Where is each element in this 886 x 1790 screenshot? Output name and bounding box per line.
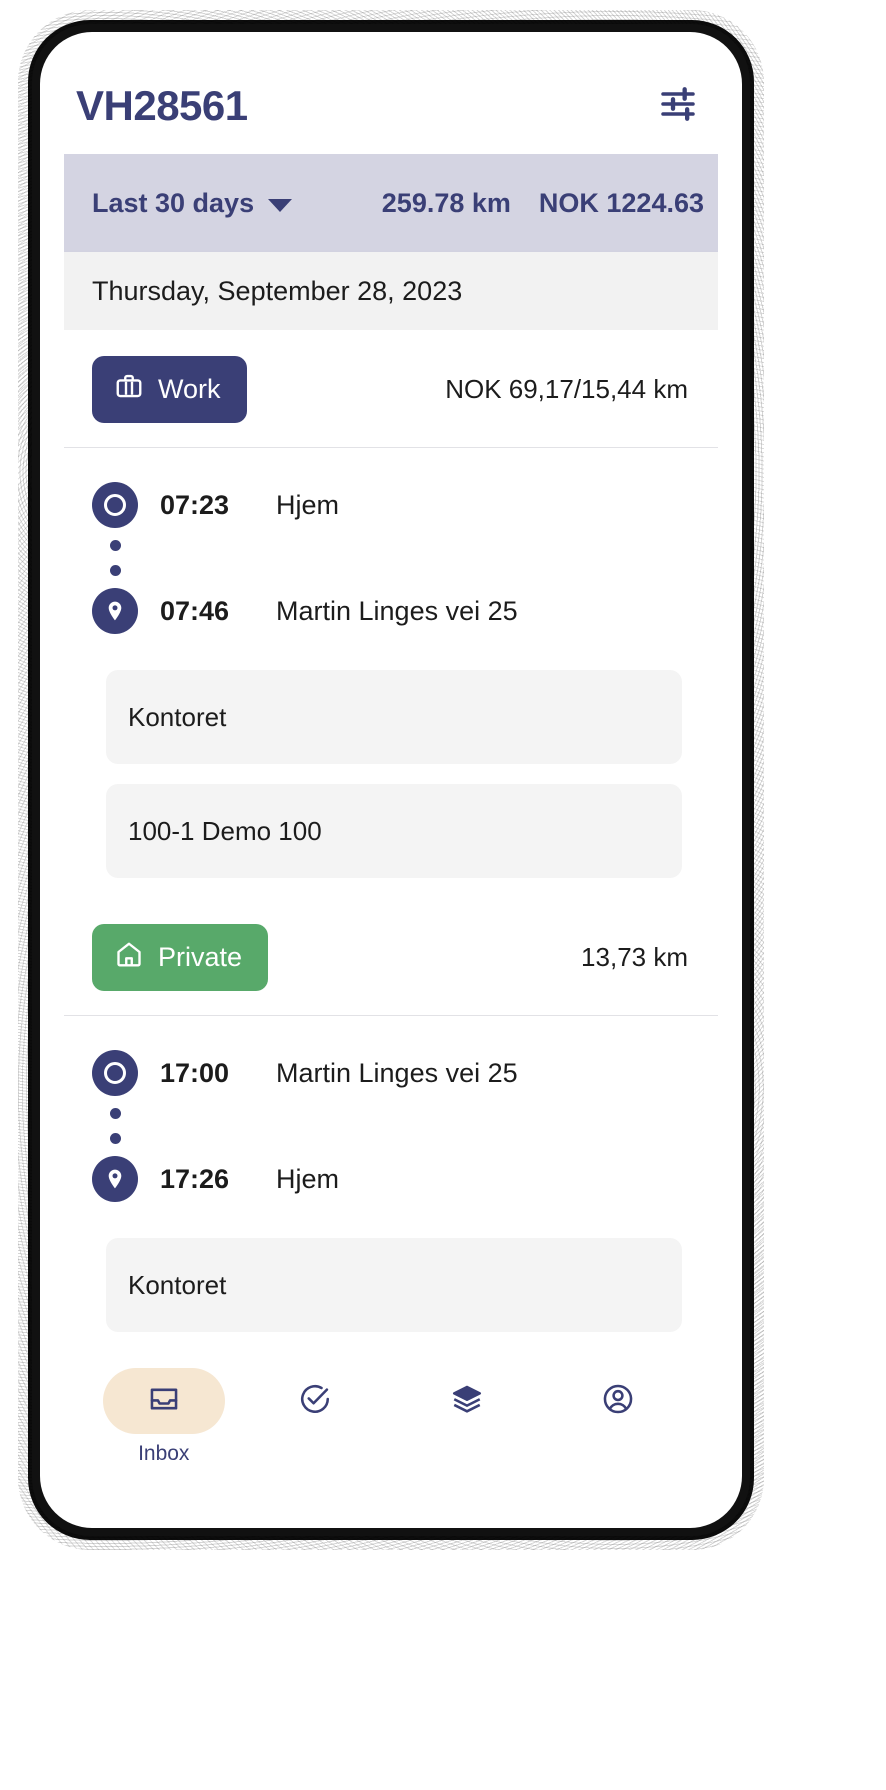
trip-stop-end[interactable]: 17:26 Hjem bbox=[92, 1156, 718, 1202]
stop-place: Martin Linges vei 25 bbox=[276, 1057, 518, 1088]
phone-screen: VH28561 Last 30 days 259.78 km NOK 1224.… bbox=[40, 32, 742, 1528]
map-pin-icon bbox=[92, 588, 138, 634]
briefcase-icon bbox=[114, 371, 144, 408]
inbox-icon bbox=[147, 1382, 181, 1421]
map-pin-icon bbox=[92, 1156, 138, 1202]
trip-card-work: Work NOK 69,17/15,44 km 07:23 Hjem 07:46… bbox=[64, 330, 718, 878]
route-dots bbox=[92, 1096, 718, 1156]
check-circle-icon bbox=[298, 1382, 332, 1421]
nav-item-inbox[interactable]: Inbox bbox=[89, 1368, 239, 1466]
stop-time: 17:26 bbox=[160, 1163, 230, 1194]
project-value: 100-1 Demo 100 bbox=[128, 815, 322, 846]
home-icon bbox=[114, 939, 144, 976]
trip-stops: 07:23 Hjem 07:46 Martin Linges vei 25 bbox=[64, 448, 718, 642]
page-title: VH28561 bbox=[76, 82, 248, 129]
circle-outline-icon bbox=[92, 1050, 138, 1096]
route-dots bbox=[92, 528, 718, 588]
note-value: Kontoret bbox=[128, 1269, 227, 1300]
trip-stop-start[interactable]: 07:23 Hjem bbox=[92, 482, 718, 528]
total-distance: 259.78 km bbox=[381, 187, 511, 218]
trip-stop-end[interactable]: 07:46 Martin Linges vei 25 bbox=[92, 588, 718, 634]
nav-label-inbox: Inbox bbox=[138, 1442, 190, 1465]
trip-category-row: Work NOK 69,17/15,44 km bbox=[64, 330, 718, 447]
trip-stops: 17:00 Martin Linges vei 25 17:26 Hjem bbox=[64, 1016, 718, 1210]
summary-bar: Last 30 days 259.78 km NOK 1224.63 bbox=[64, 154, 718, 252]
date-header: Thursday, September 28, 2023 bbox=[64, 252, 718, 330]
period-label: Last 30 days bbox=[92, 187, 255, 218]
app-header: VH28561 bbox=[64, 58, 718, 154]
nav-pill-active bbox=[102, 1368, 225, 1434]
sliders-icon bbox=[658, 84, 698, 129]
period-selector[interactable]: Last 30 days bbox=[92, 187, 293, 219]
layers-icon bbox=[450, 1382, 484, 1421]
stop-time: 07:46 bbox=[160, 595, 230, 626]
category-label: Work bbox=[158, 374, 221, 404]
stop-place: Hjem bbox=[276, 489, 340, 520]
trip-amount: NOK 69,17/15,44 km bbox=[445, 374, 688, 404]
app-viewport: VH28561 Last 30 days 259.78 km NOK 1224.… bbox=[64, 58, 718, 1518]
trip-category-row: Private 13,73 km bbox=[64, 898, 718, 1015]
circle-outline-icon bbox=[92, 482, 138, 528]
stop-time: 07:23 bbox=[160, 489, 230, 520]
note-input[interactable]: Kontoret bbox=[106, 670, 682, 764]
trip-stop-start[interactable]: 17:00 Martin Linges vei 25 bbox=[92, 1050, 718, 1096]
category-badge-private[interactable]: Private bbox=[92, 924, 269, 991]
nav-pill bbox=[557, 1368, 679, 1434]
bottom-navigation: Inbox bbox=[88, 1354, 694, 1504]
nav-item-profile[interactable] bbox=[543, 1368, 693, 1471]
nav-item-tasks[interactable] bbox=[240, 1368, 390, 1471]
trip-notes: Kontoret 100-1 Demo 100 bbox=[64, 642, 718, 878]
screenshot-root: VH28561 Last 30 days 259.78 km NOK 1224.… bbox=[0, 0, 886, 1790]
nav-pill bbox=[406, 1368, 528, 1434]
summary-values: 259.78 km NOK 1224.63 bbox=[382, 188, 704, 219]
stop-place: Hjem bbox=[276, 1163, 340, 1194]
category-badge-work[interactable]: Work bbox=[92, 356, 247, 423]
note-value: Kontoret bbox=[128, 701, 227, 732]
nav-item-layers[interactable] bbox=[392, 1368, 542, 1471]
date-label: Thursday, September 28, 2023 bbox=[92, 275, 463, 306]
stop-place: Martin Linges vei 25 bbox=[276, 595, 518, 626]
note-input[interactable]: Kontoret bbox=[106, 1238, 682, 1332]
phone-frame: VH28561 Last 30 days 259.78 km NOK 1224.… bbox=[32, 24, 750, 1536]
chevron-down-icon bbox=[268, 198, 293, 212]
category-label: Private bbox=[158, 942, 243, 972]
nav-pill bbox=[254, 1368, 376, 1434]
project-input[interactable]: 100-1 Demo 100 bbox=[106, 784, 682, 878]
filter-settings-button[interactable] bbox=[646, 74, 710, 138]
trip-card-private: Private 13,73 km 17:00 Martin Linges vei… bbox=[64, 898, 718, 1332]
total-cost: NOK 1224.63 bbox=[538, 187, 704, 218]
trip-amount: 13,73 km bbox=[581, 942, 688, 972]
user-circle-icon bbox=[601, 1382, 635, 1421]
stop-time: 17:00 bbox=[160, 1057, 230, 1088]
trip-notes: Kontoret bbox=[64, 1210, 718, 1332]
